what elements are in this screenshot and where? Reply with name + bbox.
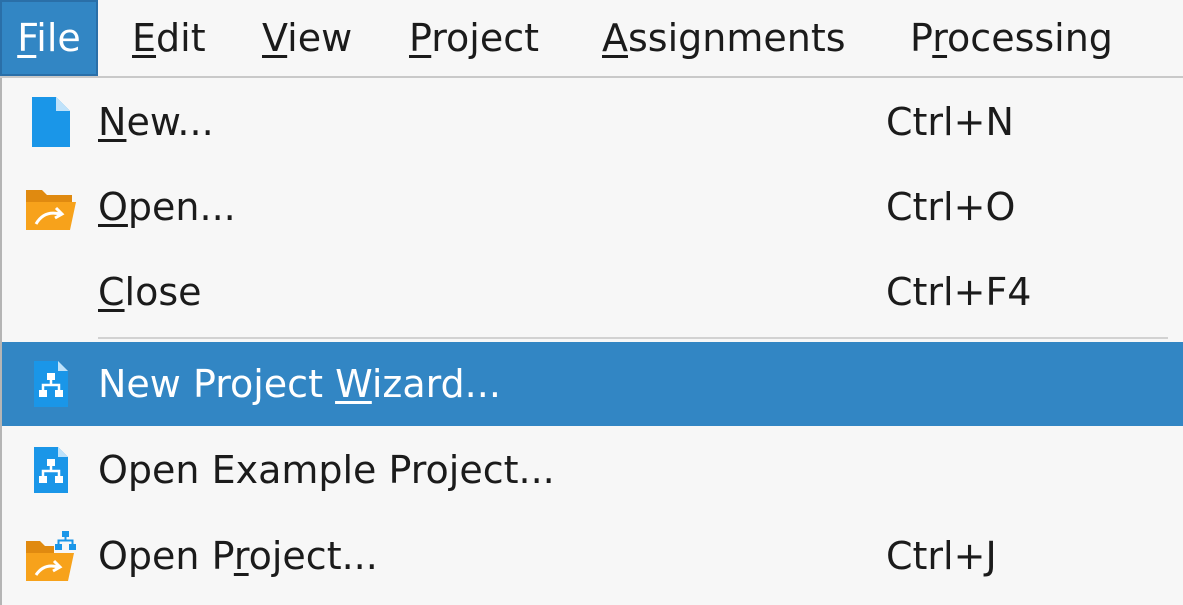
- app-window: File Edit View Project Assignments Proce…: [0, 0, 1183, 605]
- menu-item-close-shortcut: Ctrl+F4: [886, 270, 1032, 314]
- menu-item-new-label: New...: [98, 100, 214, 144]
- menu-item-open-project-label: Open Project...: [98, 534, 378, 578]
- menu-view-label: View: [262, 16, 353, 60]
- menu-item-open-project[interactable]: Open Project... Ctrl+J: [2, 514, 1183, 598]
- file-menu-dropdown: New... Ctrl+N Open... Ctrl+O Close Ctrl+…: [0, 78, 1183, 605]
- menu-item-open-example-project-label: Open Example Project...: [98, 448, 555, 492]
- menu-item-new-project-wizard[interactable]: New Project Wizard...: [2, 342, 1183, 426]
- menu-file[interactable]: File: [0, 0, 98, 76]
- menu-item-close[interactable]: Close Ctrl+F4: [2, 250, 1183, 334]
- menubar: File Edit View Project Assignments Proce…: [0, 0, 1183, 78]
- project-wizard-icon: [24, 357, 78, 411]
- menu-assignments[interactable]: Assignments: [602, 0, 846, 76]
- menu-edit-label: Edit: [132, 16, 206, 60]
- menu-item-open[interactable]: Open... Ctrl+O: [2, 165, 1183, 249]
- menu-item-new-shortcut: Ctrl+N: [886, 100, 1014, 144]
- menu-view[interactable]: View: [262, 0, 352, 76]
- new-file-icon: [24, 95, 78, 149]
- menu-item-new[interactable]: New... Ctrl+N: [2, 80, 1183, 164]
- menu-separator: [98, 337, 1168, 339]
- menu-project-label: Project: [409, 16, 540, 60]
- menu-project[interactable]: Project: [409, 0, 539, 76]
- menu-item-open-label: Open...: [98, 185, 236, 229]
- menu-item-open-example-project[interactable]: Open Example Project...: [2, 428, 1183, 512]
- menu-item-open-shortcut: Ctrl+O: [886, 185, 1016, 229]
- example-project-icon: [24, 443, 78, 497]
- open-folder-icon: [24, 180, 78, 234]
- menu-processing-label: Processing: [910, 16, 1113, 60]
- menu-edit[interactable]: Edit: [132, 0, 206, 76]
- open-project-icon: [24, 529, 78, 583]
- menu-assignments-label: Assignments: [602, 16, 846, 60]
- menu-item-close-label: Close: [98, 270, 202, 314]
- menu-item-new-project-wizard-label: New Project Wizard...: [98, 362, 501, 406]
- menu-processing[interactable]: Processing: [910, 0, 1113, 76]
- menu-file-label: File: [17, 16, 81, 60]
- menu-item-open-project-shortcut: Ctrl+J: [886, 534, 997, 578]
